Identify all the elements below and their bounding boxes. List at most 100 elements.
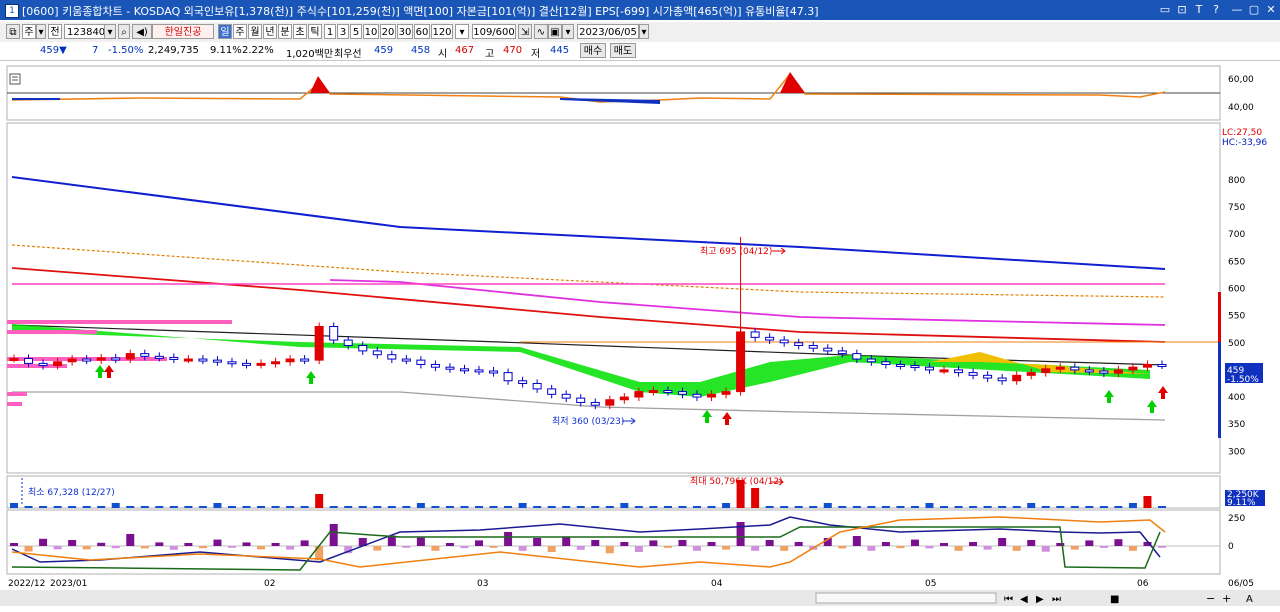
search-icon[interactable]: ⌕	[118, 24, 130, 39]
chevron-down-icon[interactable]: ▾	[36, 24, 46, 39]
high-price: 470	[503, 45, 523, 56]
period-tick[interactable]: 틱	[308, 24, 322, 39]
oscillator-bar	[940, 543, 949, 546]
x-label-05: 05	[925, 579, 936, 589]
interval-dropdown-icon[interactable]: ▾	[455, 24, 469, 39]
settings-icon[interactable]: ▾	[562, 24, 574, 39]
link-icon[interactable]: ⧉	[6, 24, 20, 39]
period-day[interactable]: 일	[218, 24, 232, 39]
stop-icon[interactable]: ■	[1110, 594, 1119, 605]
volume-bar	[68, 506, 77, 508]
calendar-icon[interactable]: ▾	[639, 24, 649, 39]
minimize-button[interactable]: —	[1230, 3, 1244, 17]
oscillator-bar	[155, 542, 164, 546]
volume-bar	[925, 503, 934, 508]
stock-chart[interactable]: 60,00 40,00 최고 695 (04/12) 최저 360 (03/23	[0, 62, 1280, 612]
interval-30[interactable]: 30	[397, 24, 413, 39]
time-axis: 2022/12 2023/01 02 03 04 05 06 06/05	[8, 579, 1254, 589]
window-icon[interactable]: 1	[5, 4, 19, 18]
candle	[968, 372, 978, 376]
volume-bar	[707, 506, 716, 508]
oscillator-bar	[852, 536, 861, 546]
auto-scale-icon[interactable]: A	[1246, 594, 1253, 605]
zoom-in-icon[interactable]: +	[1222, 592, 1231, 605]
oscillator-bar	[111, 546, 120, 549]
sound-icon[interactable]: ◀)	[132, 24, 152, 39]
save-icon[interactable]: ▣	[548, 24, 562, 39]
candle	[401, 358, 411, 362]
candle	[300, 358, 310, 362]
next-icon[interactable]: ▶	[1036, 594, 1044, 605]
candle	[111, 357, 121, 361]
best-ask-label: 최우선	[334, 49, 362, 60]
company-name[interactable]: 한일진공	[152, 24, 214, 39]
volume-bar	[1114, 506, 1123, 508]
candle	[765, 336, 775, 341]
restore-layout-icon[interactable]: ▭	[1158, 3, 1172, 17]
candle	[663, 390, 673, 394]
bid-price: 458	[411, 45, 431, 56]
lc-label: LC:27,50	[1222, 128, 1262, 138]
market-select[interactable]: 전	[48, 24, 62, 39]
period-week[interactable]: 주	[233, 24, 247, 39]
candle	[823, 347, 833, 352]
line-chart-icon[interactable]: ∿	[534, 24, 548, 39]
candle	[154, 355, 164, 359]
font-icon[interactable]: T	[1192, 3, 1206, 17]
code-dropdown-icon[interactable]: ▾	[104, 24, 116, 39]
volume-bar	[257, 506, 266, 508]
candle	[445, 366, 455, 370]
volume-bar	[1041, 506, 1050, 508]
volume-bar	[954, 506, 963, 508]
candle	[1041, 368, 1051, 374]
period-minute[interactable]: 분	[278, 24, 292, 39]
candle	[1026, 372, 1036, 376]
zoom-icon[interactable]: ⇲	[518, 24, 532, 39]
first-page-icon[interactable]: ⏮	[1004, 594, 1013, 605]
volume-bar	[780, 506, 789, 508]
interval-10[interactable]: 10	[363, 24, 379, 39]
chart-scrollbar[interactable]	[815, 592, 997, 604]
date-field[interactable]: 2023/06/05	[577, 24, 639, 39]
candle	[547, 388, 557, 395]
count-field[interactable]: 109/600	[472, 24, 516, 39]
volume-bar	[329, 506, 338, 508]
last-page-icon[interactable]: ⏭	[1052, 594, 1061, 605]
panel-toggle-icon[interactable]	[9, 73, 21, 85]
volume-bar	[591, 506, 600, 508]
period-month[interactable]: 월	[248, 24, 262, 39]
volume-bar	[809, 506, 818, 508]
candle	[489, 370, 499, 374]
volume-bar	[184, 506, 193, 508]
interval-120[interactable]: 120	[431, 24, 453, 39]
sell-button[interactable]: 매도	[610, 43, 636, 58]
pin-icon[interactable]: ⊡	[1175, 3, 1189, 17]
maximize-button[interactable]: ▢	[1247, 3, 1261, 17]
period-year[interactable]: 년	[263, 24, 277, 39]
oscillator-tick-250: 250	[1228, 514, 1245, 524]
period-second[interactable]: 초	[293, 24, 307, 39]
volume-bar	[533, 506, 542, 508]
oscillator-bar	[576, 546, 585, 550]
interval-5[interactable]: 5	[350, 24, 362, 39]
volume-max-annotation: 최대 50,796K (04/12)	[690, 476, 783, 487]
help-icon[interactable]: ?	[1209, 3, 1223, 17]
buy-button[interactable]: 매수	[580, 43, 606, 58]
oscillator-bar	[605, 546, 614, 554]
candle	[140, 353, 150, 357]
interval-3[interactable]: 3	[337, 24, 349, 39]
interval-20[interactable]: 20	[380, 24, 396, 39]
candle	[82, 358, 92, 362]
x-label-03: 03	[477, 579, 488, 589]
mode-select[interactable]: 주	[22, 24, 36, 39]
zoom-out-icon[interactable]: −	[1206, 592, 1215, 605]
oscillator-bar	[634, 546, 643, 552]
interval-60[interactable]: 60	[414, 24, 430, 39]
volume-bar	[416, 503, 425, 508]
close-button[interactable]: ✕	[1264, 3, 1278, 17]
volume-bar	[10, 503, 18, 508]
trade-amount: 1,020백만	[286, 49, 334, 60]
interval-1[interactable]: 1	[324, 24, 336, 39]
prev-icon[interactable]: ◀	[1020, 594, 1028, 605]
oscillator-bar	[663, 546, 672, 548]
